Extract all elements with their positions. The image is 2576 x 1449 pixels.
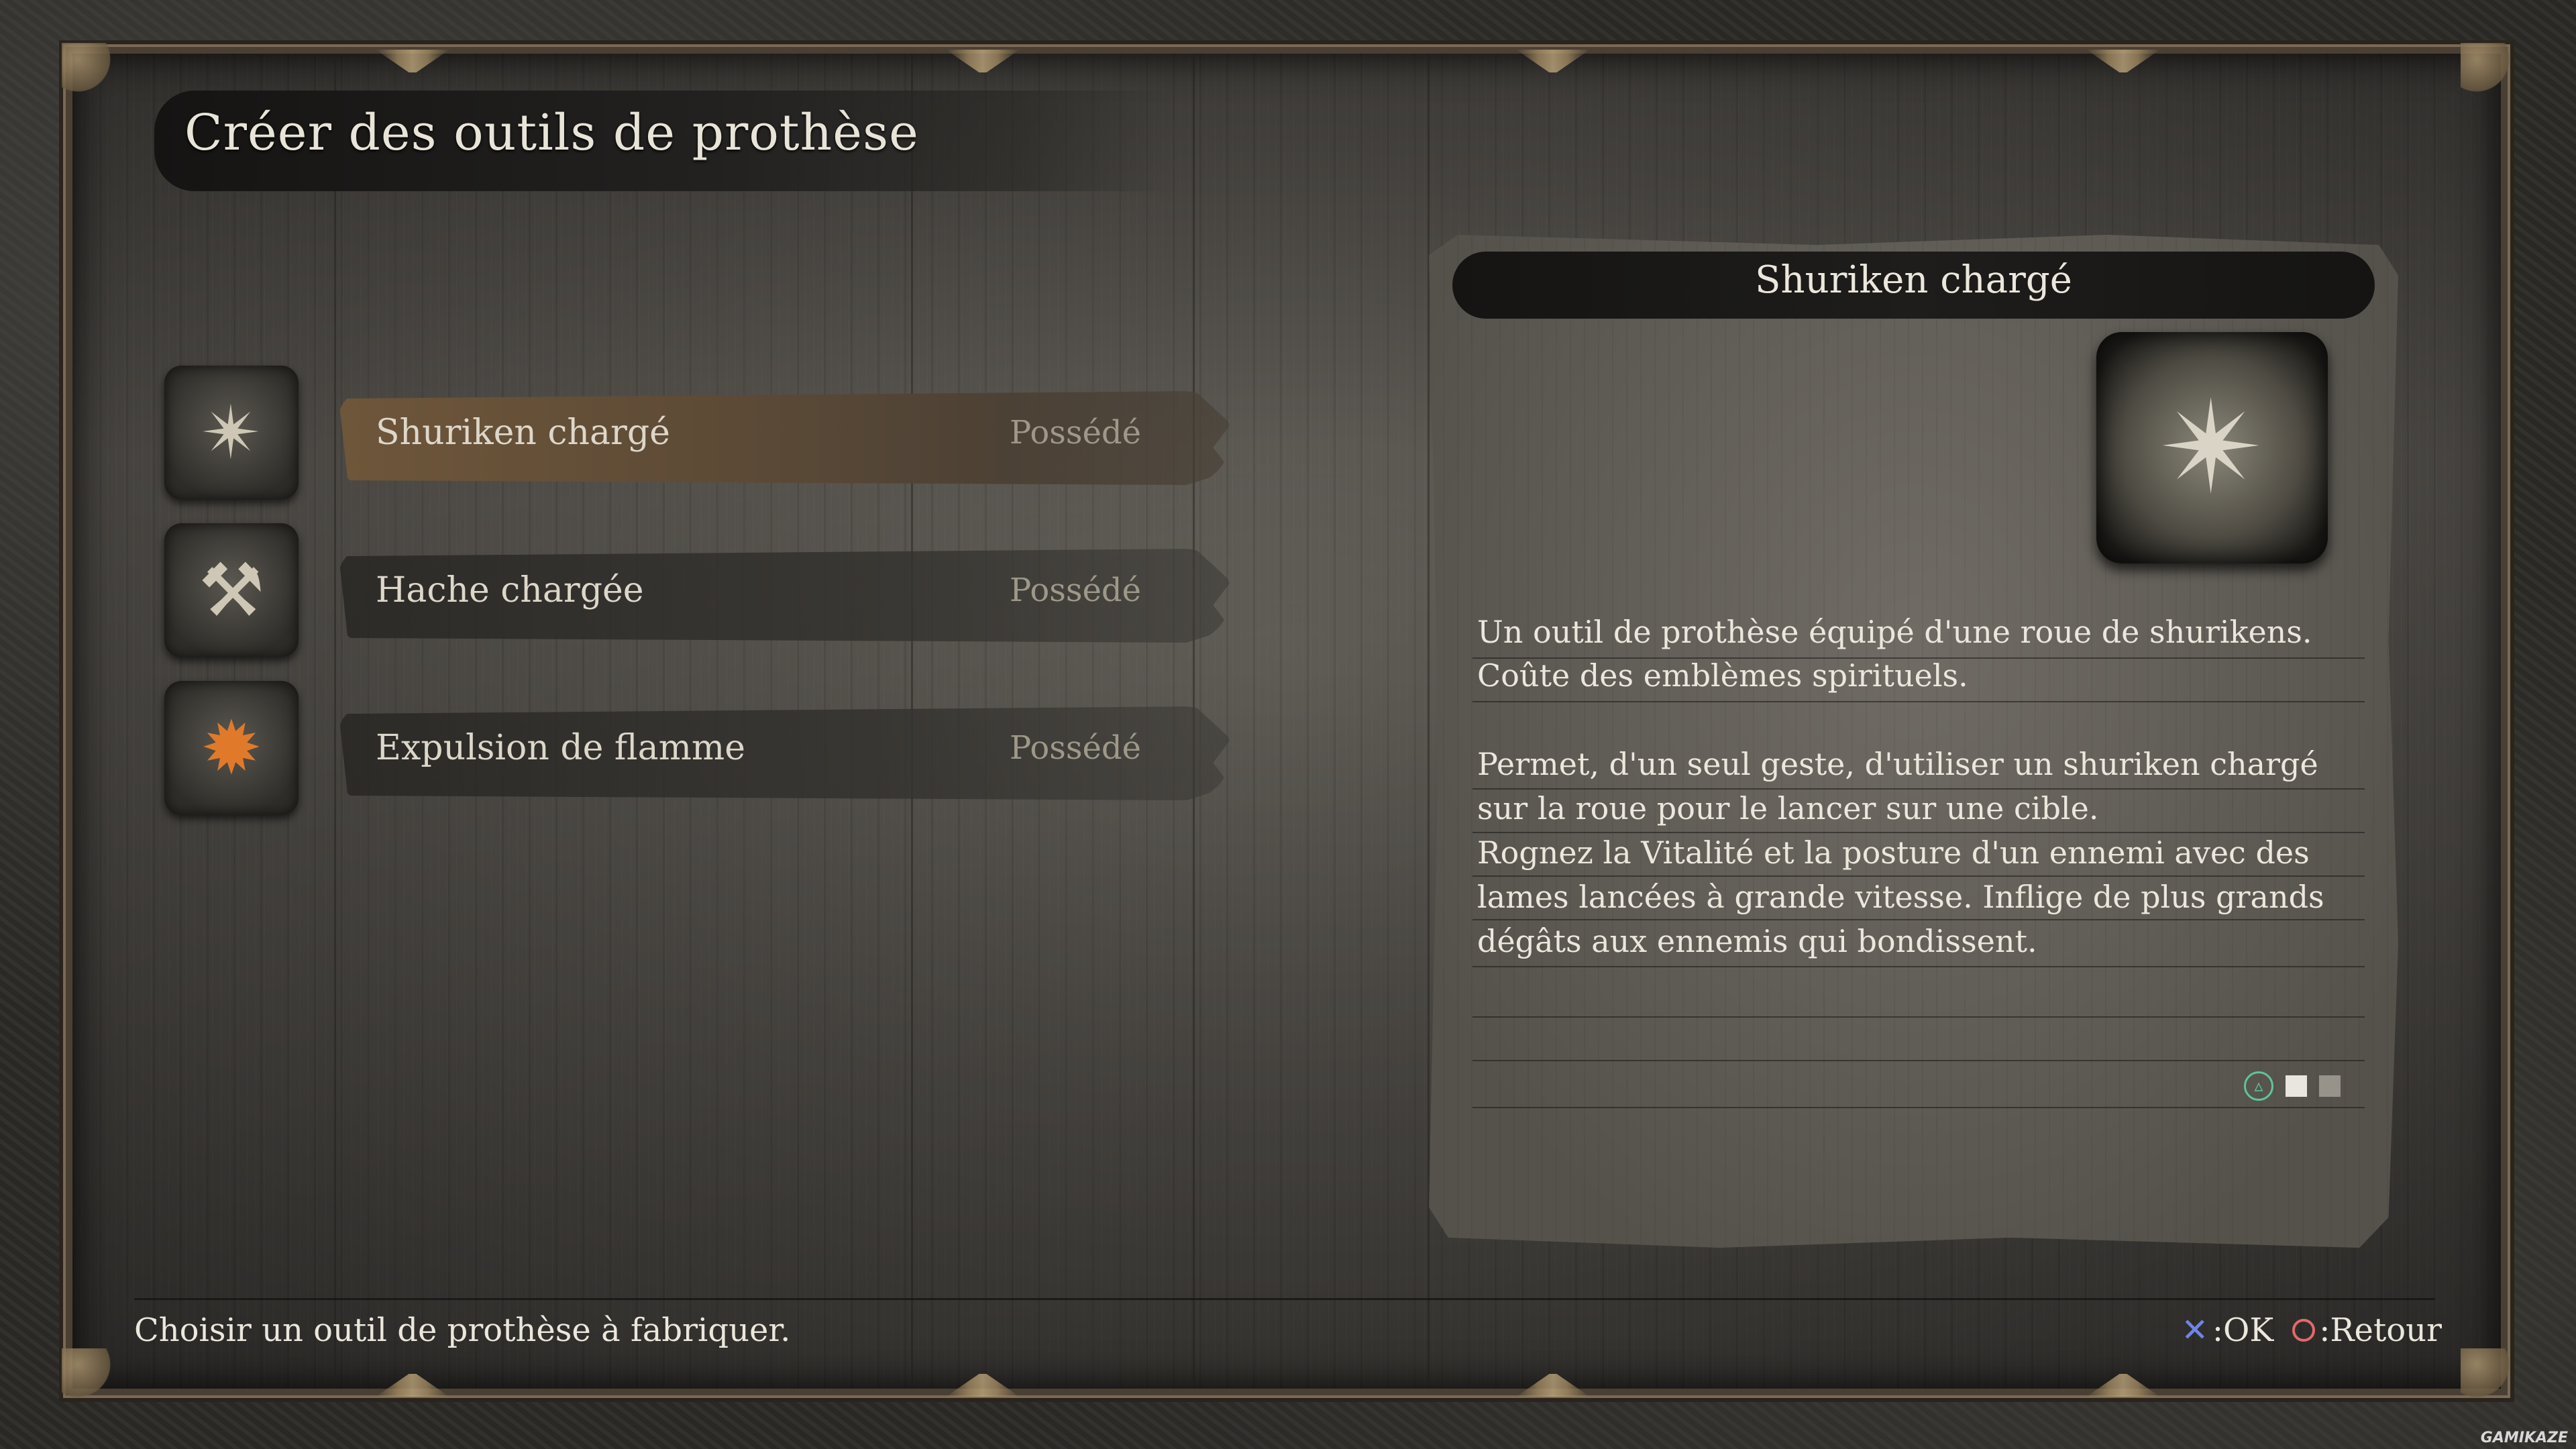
triangle-button-icon[interactable]: ▵: [2244, 1071, 2273, 1101]
text-rule: [1472, 919, 2365, 920]
corner-ornament: [2461, 43, 2514, 97]
description-line: dégâts aux ennemis qui bondissent.: [1477, 923, 2037, 959]
description-line: Permet, d'un seul geste, d'utiliser un s…: [1477, 746, 2318, 782]
tool-item-status: Possédé: [1010, 729, 1142, 767]
circle-button-icon[interactable]: [2292, 1319, 2316, 1342]
cross-button-icon[interactable]: ✕: [2182, 1311, 2208, 1349]
hint-text: Choisir un outil de prothèse à fabriquer…: [134, 1311, 791, 1349]
page-indicator: ▵: [2244, 1071, 2341, 1101]
tool-item-name: Expulsion de flamme: [376, 728, 746, 768]
shuriken-icon: ✴: [164, 366, 299, 500]
text-rule: [1472, 701, 2365, 702]
text-rule: [1472, 1060, 2365, 1061]
corner-ornament: [62, 1348, 115, 1402]
controls-bar: ✕ :OK :Retour: [2182, 1311, 2442, 1349]
corner-ornament: [2461, 1348, 2514, 1402]
text-rule: [1472, 832, 2365, 833]
tool-item-flame[interactable]: ✹ Expulsion de flamme Possédé: [164, 681, 1238, 815]
ok-label[interactable]: :OK: [2212, 1311, 2273, 1349]
page-square-active: [2286, 1075, 2307, 1097]
detail-title: Shuriken chargé: [1755, 258, 2072, 302]
shuriken-wheel-icon: ✴: [2096, 332, 2328, 564]
description-line: lames lancées à grande vitesse. Inflige …: [1477, 879, 2324, 915]
page-square-inactive: [2319, 1075, 2341, 1097]
text-rule: [1472, 875, 2365, 877]
description-line: Un outil de prothèse équipé d'une roue d…: [1477, 614, 2312, 650]
text-rule: [1472, 1016, 2365, 1018]
tool-item-status: Possédé: [1010, 414, 1142, 451]
tool-item-name: Hache chargée: [376, 570, 644, 610]
watermark: GAMIKAZE: [2480, 1430, 2568, 1446]
tool-item-shuriken[interactable]: ✴ Shuriken chargé Possédé: [164, 366, 1238, 500]
description-line: Coûte des emblèmes spirituels.: [1477, 657, 1968, 694]
text-rule: [1472, 788, 2365, 790]
axe-icon: ⚒: [164, 523, 299, 657]
description-line: Rognez la Vitalité et la posture d'un en…: [1477, 835, 2310, 871]
flame-icon: ✹: [164, 681, 299, 815]
corner-ornament: [62, 43, 115, 97]
text-rule: [1472, 966, 2365, 967]
text-rule: [1472, 1107, 2365, 1108]
description-line: sur la roue pour le lancer sur une cible…: [1477, 790, 2099, 826]
footer-divider: [134, 1298, 2435, 1300]
page-title: Créer des outils de prothèse: [184, 104, 919, 162]
back-label[interactable]: :Retour: [2319, 1311, 2442, 1349]
tool-item-name: Shuriken chargé: [376, 413, 670, 453]
tool-item-status: Possédé: [1010, 572, 1142, 609]
tool-item-axe[interactable]: ⚒ Hache chargée Possédé: [164, 523, 1238, 657]
